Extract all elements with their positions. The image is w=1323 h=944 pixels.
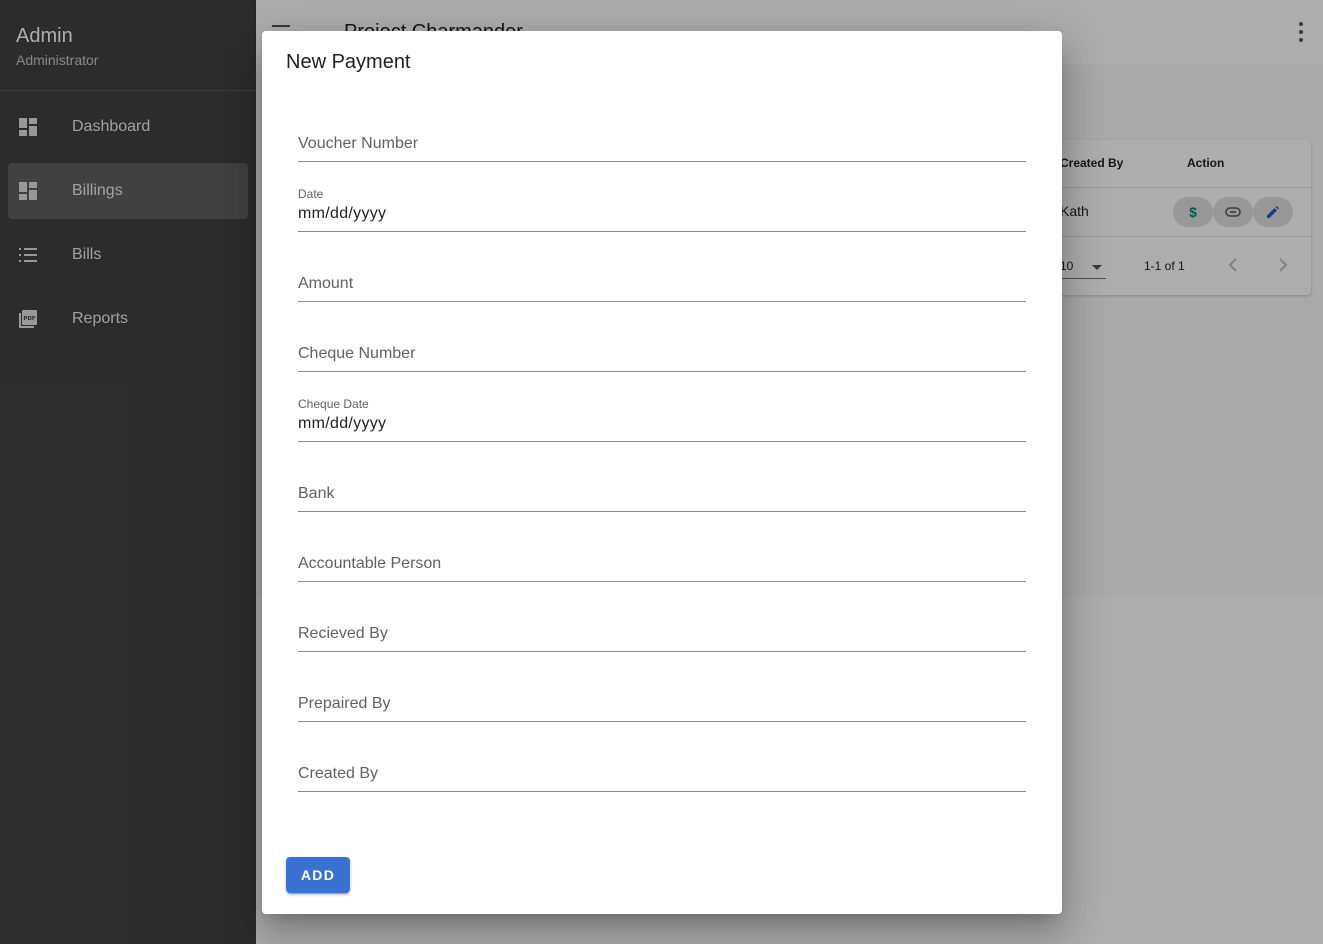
created-by-field[interactable]: Created By: [298, 732, 1026, 792]
add-button[interactable]: ADD: [286, 857, 350, 893]
amount-field[interactable]: Amount: [298, 242, 1026, 302]
amount-label: Amount: [298, 275, 354, 292]
date-field[interactable]: Date mm/dd/yyyy: [298, 172, 1026, 232]
cheque-date-label: Cheque Date: [298, 397, 369, 411]
cheque-date-value: mm/dd/yyyy: [298, 415, 387, 432]
accountable-person-label: Accountable Person: [298, 555, 442, 572]
accountable-person-field[interactable]: Accountable Person: [298, 522, 1026, 582]
recieved-by-field[interactable]: Recieved By: [298, 592, 1026, 652]
cheque-number-field[interactable]: Cheque Number: [298, 312, 1026, 372]
prepaired-by-field[interactable]: Prepaired By: [298, 662, 1026, 722]
new-payment-dialog: New Payment Voucher Number Date mm/dd/yy…: [262, 31, 1062, 914]
recieved-by-label: Recieved By: [298, 625, 388, 642]
date-label: Date: [298, 187, 324, 201]
dialog-title: New Payment: [286, 51, 411, 73]
voucher-number-field[interactable]: Voucher Number: [298, 102, 1026, 162]
date-value: mm/dd/yyyy: [298, 205, 387, 222]
voucher-number-label: Voucher Number: [298, 135, 419, 152]
created-by-label: Created By: [298, 765, 379, 782]
bank-label: Bank: [298, 485, 335, 502]
bank-field[interactable]: Bank: [298, 452, 1026, 512]
cheque-number-label: Cheque Number: [298, 345, 416, 362]
prepaired-by-label: Prepaired By: [298, 695, 391, 712]
cheque-date-field[interactable]: Cheque Date mm/dd/yyyy: [298, 382, 1026, 442]
